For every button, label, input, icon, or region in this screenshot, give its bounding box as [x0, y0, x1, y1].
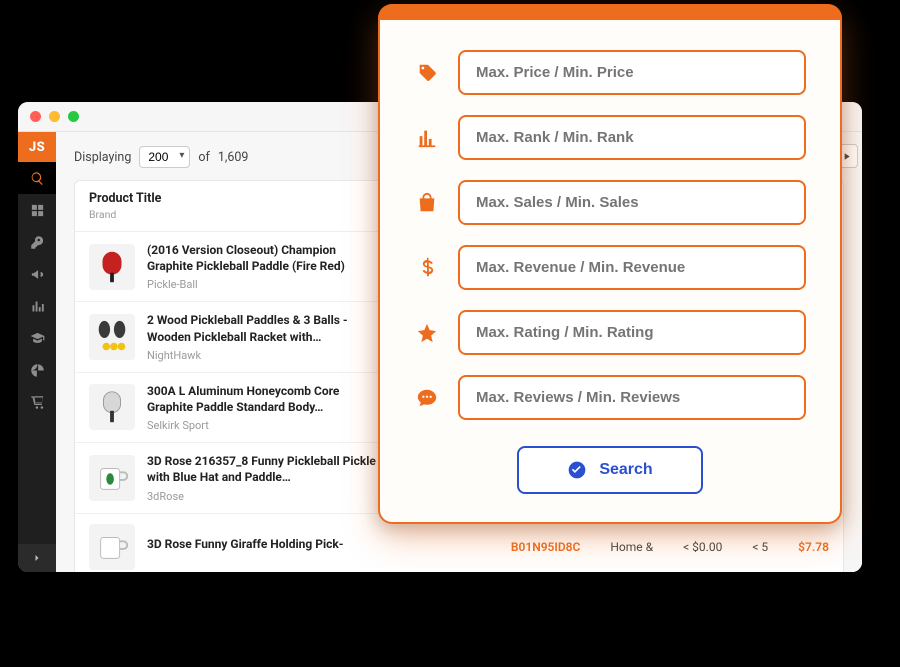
speech-icon	[414, 387, 440, 409]
star-icon	[414, 322, 440, 344]
sidebar-item-cart[interactable]	[18, 386, 56, 418]
wood-paddles-icon	[93, 318, 131, 356]
product-title: 2 Wood Pickleball Paddles & 3 Balls - Wo…	[147, 312, 379, 344]
filter-row-revenue	[414, 245, 806, 290]
chevron-right-icon	[31, 552, 43, 564]
product-title: 300A L Aluminum Honeycomb Core Graphite …	[147, 383, 379, 415]
magnifier-icon	[30, 171, 45, 186]
row-metrics: B01N95ID8C Home & < $0.00 < 5 $7.78	[511, 540, 829, 554]
check-circle-icon	[567, 460, 587, 480]
key-icon	[30, 235, 45, 250]
filter-panel: Search	[378, 4, 842, 524]
revenue-filter-input[interactable]	[458, 245, 806, 290]
product-thumb	[89, 524, 135, 570]
product-brand: NightHawk	[147, 349, 379, 362]
reviews-filter-input[interactable]	[458, 375, 806, 420]
product-thumb	[89, 314, 135, 360]
dollar-icon	[414, 257, 440, 279]
of-label: of	[198, 150, 209, 165]
product-title: (2016 Version Closeout) Champion Graphit…	[147, 242, 379, 274]
filter-row-sales	[414, 180, 806, 225]
category-cell: Home &	[610, 540, 653, 554]
rating-filter-input[interactable]	[458, 310, 806, 355]
sidebar-item-analytics[interactable]	[18, 290, 56, 322]
filter-row-reviews	[414, 375, 806, 420]
rank-filter-input[interactable]	[458, 115, 806, 160]
filter-row-rank	[414, 115, 806, 160]
sales-filter-input[interactable]	[458, 180, 806, 225]
grid-icon	[30, 203, 45, 218]
product-thumb	[89, 244, 135, 290]
total-count: 1,609	[218, 150, 249, 165]
search-button[interactable]: Search	[517, 446, 702, 494]
page-size-select[interactable]: 200	[139, 146, 190, 168]
units-cell: < 5	[752, 540, 768, 554]
pie-icon	[30, 363, 45, 378]
window-maximize-dot[interactable]	[68, 111, 79, 122]
product-brand: Pickle-Ball	[147, 278, 379, 291]
sidebar-item-keywords[interactable]	[18, 226, 56, 258]
window-close-dot[interactable]	[30, 111, 41, 122]
price-filter-input[interactable]	[458, 50, 806, 95]
mug2-icon	[93, 528, 131, 566]
product-brand: Selkirk Sport	[147, 419, 379, 432]
price-cell: $7.78	[798, 540, 829, 554]
sidebar-item-academy[interactable]	[18, 322, 56, 354]
app-logo[interactable]: JS	[18, 132, 56, 162]
paddle-red-icon	[93, 248, 131, 286]
bars-icon	[30, 299, 45, 314]
sidebar: JS	[18, 132, 56, 572]
sidebar-item-globe[interactable]	[18, 354, 56, 386]
sidebar-item-dashboard[interactable]	[18, 194, 56, 226]
bag-icon	[414, 192, 440, 214]
tag-icon	[414, 62, 440, 84]
graduation-icon	[30, 331, 45, 346]
col-sub: Brand	[89, 208, 389, 221]
product-title: 3D Rose 216357_8 Funny Pickleball Pickle…	[147, 453, 379, 485]
paddle-grey-icon	[93, 388, 131, 426]
sidebar-item-search[interactable]	[18, 162, 56, 194]
sidebar-collapse[interactable]	[18, 544, 56, 572]
product-thumb	[89, 455, 135, 501]
asin-cell: B01N95ID8C	[511, 540, 581, 554]
filter-row-price	[414, 50, 806, 95]
window-minimize-dot[interactable]	[49, 111, 60, 122]
mug-icon	[93, 459, 131, 497]
filter-row-rating	[414, 310, 806, 355]
cart-icon	[30, 395, 45, 410]
chart-icon	[414, 127, 440, 149]
play-icon	[841, 151, 852, 162]
product-brand: 3dRose	[147, 490, 379, 503]
col-title: Product Title	[89, 191, 389, 206]
search-button-label: Search	[599, 461, 652, 479]
sidebar-item-announce[interactable]	[18, 258, 56, 290]
sales-cell: < $0.00	[683, 540, 722, 554]
displaying-label: Displaying	[74, 150, 131, 165]
product-title: 3D Rose Funny Giraffe Holding Pick-	[147, 536, 379, 552]
product-thumb	[89, 384, 135, 430]
megaphone-icon	[30, 267, 45, 282]
